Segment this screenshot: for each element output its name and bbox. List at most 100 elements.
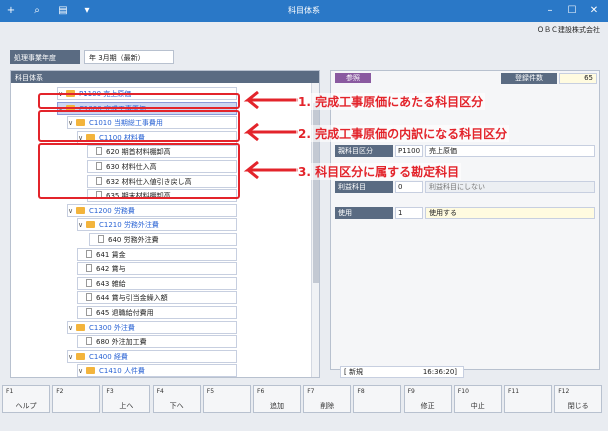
tree-node[interactable]: 640 労務外注費: [89, 233, 237, 246]
status-mode: [ 新規: [344, 368, 363, 376]
node-name: 外注加工費: [111, 338, 147, 347]
document-icon: [86, 293, 92, 302]
profit-name: 利益科目にしない: [425, 181, 595, 193]
status-bar: [ 新規 16:36:20]: [340, 366, 464, 378]
fkey-label: 閉じる: [567, 402, 589, 410]
window-title: 科目体系: [288, 6, 320, 15]
node-name: 外注費: [113, 323, 135, 332]
reference-tab[interactable]: 参照: [335, 73, 371, 83]
fkey-label: 下へ: [169, 402, 184, 410]
node-code: C1410: [99, 367, 122, 376]
tree-node[interactable]: ∨ C1210 労務外注費: [77, 218, 237, 232]
tree-node[interactable]: ∨ C1410 人件費: [77, 364, 237, 377]
arrow-2: [243, 122, 298, 142]
node-code: C1200: [89, 206, 112, 215]
node-code: 643: [96, 279, 110, 288]
arrow-3: [243, 160, 298, 180]
folder-icon: [76, 352, 85, 360]
fkey-label: 追加: [270, 402, 284, 410]
fkey-code: F6: [257, 388, 265, 395]
node-name: 賞与: [111, 265, 126, 274]
fkey-f9[interactable]: F9 修正: [403, 385, 452, 413]
node-code: 641: [96, 250, 110, 259]
fkey-label: 上へ: [119, 402, 134, 410]
document-icon: [86, 249, 92, 258]
node-name: 退職給付費用: [111, 309, 154, 317]
maximize-icon[interactable]: ☐: [564, 3, 580, 19]
fkey-code: F5: [206, 388, 215, 395]
use-code[interactable]: 1: [395, 207, 423, 219]
business-year-label: 処理事業年度: [10, 50, 80, 64]
fkey-code: F3: [106, 388, 114, 395]
fkey-code: F12: [558, 388, 570, 395]
fkey-code: F4: [156, 388, 164, 395]
callout-box-1: [38, 93, 240, 109]
document-icon: [98, 235, 104, 243]
tree-node[interactable]: 645 退職給付費用: [77, 306, 237, 319]
fkey-code: F8: [357, 388, 365, 395]
fkey-code: F10: [457, 388, 469, 395]
fkey-f12[interactable]: F12 閉じる: [554, 385, 603, 413]
document-icon: [86, 308, 92, 316]
node-code: 680: [96, 338, 110, 347]
expand-toggle-icon[interactable]: ∨: [78, 219, 86, 232]
tree-node[interactable]: 641 賃金: [77, 247, 237, 261]
use-label: 使用: [335, 207, 393, 219]
business-year-select[interactable]: 年 3月期（最新）: [84, 50, 174, 64]
parent-code[interactable]: P1100: [395, 145, 423, 157]
fkey-label: 削除: [320, 402, 335, 410]
fkey-f5[interactable]: F5: [202, 385, 251, 413]
fkey-code: F2: [56, 388, 64, 395]
node-code: 642: [96, 265, 110, 274]
fkey-code: F9: [407, 388, 415, 395]
profit-label: 利益科目: [335, 181, 393, 193]
fkey-f1[interactable]: F1 ヘルプ: [2, 385, 50, 413]
node-code: C1400: [89, 352, 112, 361]
fkey-f11[interactable]: F11: [504, 385, 552, 413]
fkey-code: F1: [6, 388, 14, 395]
node-name: 賞与引当金繰入額: [111, 294, 168, 303]
node-name: 労務外注費: [123, 236, 159, 244]
node-code: 644: [96, 294, 110, 303]
fkey-f4[interactable]: F4 下へ: [152, 385, 201, 413]
count-label: 登録件数: [501, 73, 557, 84]
document-icon: [86, 337, 92, 346]
fkey-f8[interactable]: F8: [353, 385, 402, 413]
callout-box-3: [38, 143, 240, 199]
node-code: C1210: [99, 221, 122, 230]
node-name: 経費: [113, 352, 128, 361]
annotation-1: 1. 完成工事原価にあたる科目区分: [296, 93, 486, 110]
fkey-f3[interactable]: F3 上へ: [102, 385, 151, 413]
company-name: ＯＢＣ建設株式会社: [537, 26, 600, 34]
tree-node[interactable]: ∨ C1300 外注費: [67, 320, 237, 335]
node-code: 640: [108, 236, 122, 244]
close-icon[interactable]: ✕: [586, 3, 602, 19]
profit-code[interactable]: 0: [395, 181, 423, 193]
function-key-bar: F1 ヘルプ F2 F3 上へ F4 下へ F5 F6 追加 F7 削除 F8 F9 修正 F10 中止 F11 F…: [2, 385, 606, 429]
node-name: 労務費: [113, 206, 135, 215]
folder-icon: [86, 221, 95, 229]
fkey-label: 修正: [420, 402, 435, 410]
expand-toggle-icon[interactable]: ∨: [68, 205, 76, 218]
tree-node[interactable]: 642 賞与: [77, 262, 237, 276]
expand-toggle-icon[interactable]: ∨: [68, 351, 76, 364]
expand-toggle-icon[interactable]: ∨: [78, 365, 86, 377]
tree-node[interactable]: ∨ C1200 労務費: [67, 203, 237, 218]
tree-node[interactable]: ∨ C1400 経費: [67, 349, 237, 364]
status-time: 16:36:20]: [422, 368, 457, 376]
minimize-icon[interactable]: –: [542, 3, 558, 19]
annotation-2: 2. 完成工事原価の内訳になる科目区分: [296, 125, 510, 142]
tree-node[interactable]: 680 外注加工費: [77, 335, 237, 349]
fkey-f7[interactable]: F7 削除: [303, 385, 352, 413]
fkey-f10[interactable]: F10 中止: [453, 385, 502, 413]
title-bar: + ⌕ ▤ ▾ 科目体系 – ☐ ✕: [0, 0, 608, 22]
fkey-f2[interactable]: F2: [52, 385, 101, 413]
expand-toggle-icon[interactable]: ∨: [68, 322, 76, 335]
count-value: 65: [559, 73, 597, 84]
node-name: 雑給: [111, 279, 126, 288]
fkey-f6[interactable]: F6 追加: [253, 385, 301, 413]
detail-panel: 参照 登録件数 65 親科目区分 P1100 売上原価 利益科目 0 利益科目に…: [330, 70, 600, 370]
parent-label: 親科目区分: [335, 145, 393, 157]
tree-node[interactable]: 644 賞与引当金繰入額: [77, 291, 237, 305]
tree-node[interactable]: 643 雑給: [77, 276, 237, 290]
